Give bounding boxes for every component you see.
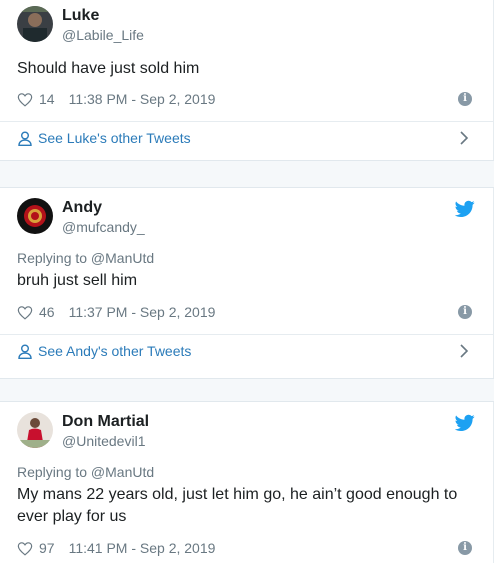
author-handle[interactable]: @Labile_Life: [62, 27, 144, 43]
author-name[interactable]: Luke: [62, 7, 99, 25]
tweet-text-line-1: My mans 22 years old, just let him go, h…: [17, 486, 458, 503]
author-handle[interactable]: @Unitedevil1: [62, 433, 145, 449]
timestamp[interactable]: 11:38 PM - Sep 2, 2019: [69, 91, 216, 107]
info-icon[interactable]: i: [458, 92, 472, 106]
tweet-separator: [0, 378, 494, 402]
tweet-separator: [0, 160, 494, 188]
tweet-text: bruh just sell him: [17, 272, 138, 289]
author-name[interactable]: Don Martial: [62, 413, 149, 431]
chevron-right-icon: [460, 131, 469, 145]
tweet-card-don-martial: Don Martial @Unitedevil1 Replying to @Ma…: [0, 402, 494, 563]
info-icon[interactable]: i: [458, 305, 472, 319]
timestamp[interactable]: 11:37 PM - Sep 2, 2019: [69, 304, 216, 320]
avatar[interactable]: [17, 412, 53, 448]
author-handle[interactable]: @mufcandy_: [62, 219, 145, 235]
author-name[interactable]: Andy: [62, 199, 102, 217]
tweet-meta: 97 11:41 PM - Sep 2, 2019: [17, 539, 215, 557]
see-other-tweets-label[interactable]: See Luke's other Tweets: [38, 130, 191, 146]
info-icon[interactable]: i: [458, 541, 472, 555]
like-count[interactable]: 14: [39, 91, 55, 107]
twitter-bird-icon[interactable]: [455, 414, 475, 432]
tweet-card-andy: Andy @mufcandy_ Replying to @ManUtd bruh…: [0, 188, 494, 378]
twitter-bird-icon[interactable]: [455, 200, 475, 218]
see-other-tweets-link[interactable]: See Luke's other Tweets: [0, 123, 494, 153]
tweet-meta: 14 11:38 PM - Sep 2, 2019: [17, 90, 215, 108]
person-icon: [18, 344, 32, 359]
tweet-text: Should have just sold him: [17, 60, 200, 77]
like-count[interactable]: 97: [39, 540, 55, 556]
heart-icon[interactable]: [17, 305, 33, 320]
avatar[interactable]: [17, 6, 53, 42]
person-icon: [18, 131, 32, 146]
heart-icon[interactable]: [17, 541, 33, 556]
see-other-tweets-label[interactable]: See Andy's other Tweets: [38, 343, 191, 359]
see-other-tweets-link[interactable]: See Andy's other Tweets: [0, 336, 494, 366]
chevron-right-icon: [460, 344, 469, 358]
replying-to[interactable]: Replying to @ManUtd: [17, 464, 154, 480]
avatar[interactable]: [17, 198, 53, 234]
tweet-meta: 46 11:37 PM - Sep 2, 2019: [17, 303, 215, 321]
tweet-text-line-2: ever play for us: [17, 508, 127, 525]
like-count[interactable]: 46: [39, 304, 55, 320]
tweet-card-luke: Luke @Labile_Life Should have just sold …: [0, 0, 494, 160]
replying-to[interactable]: Replying to @ManUtd: [17, 250, 154, 266]
divider: [0, 121, 494, 122]
heart-icon[interactable]: [17, 92, 33, 107]
timestamp[interactable]: 11:41 PM - Sep 2, 2019: [69, 540, 216, 556]
divider: [0, 334, 494, 335]
